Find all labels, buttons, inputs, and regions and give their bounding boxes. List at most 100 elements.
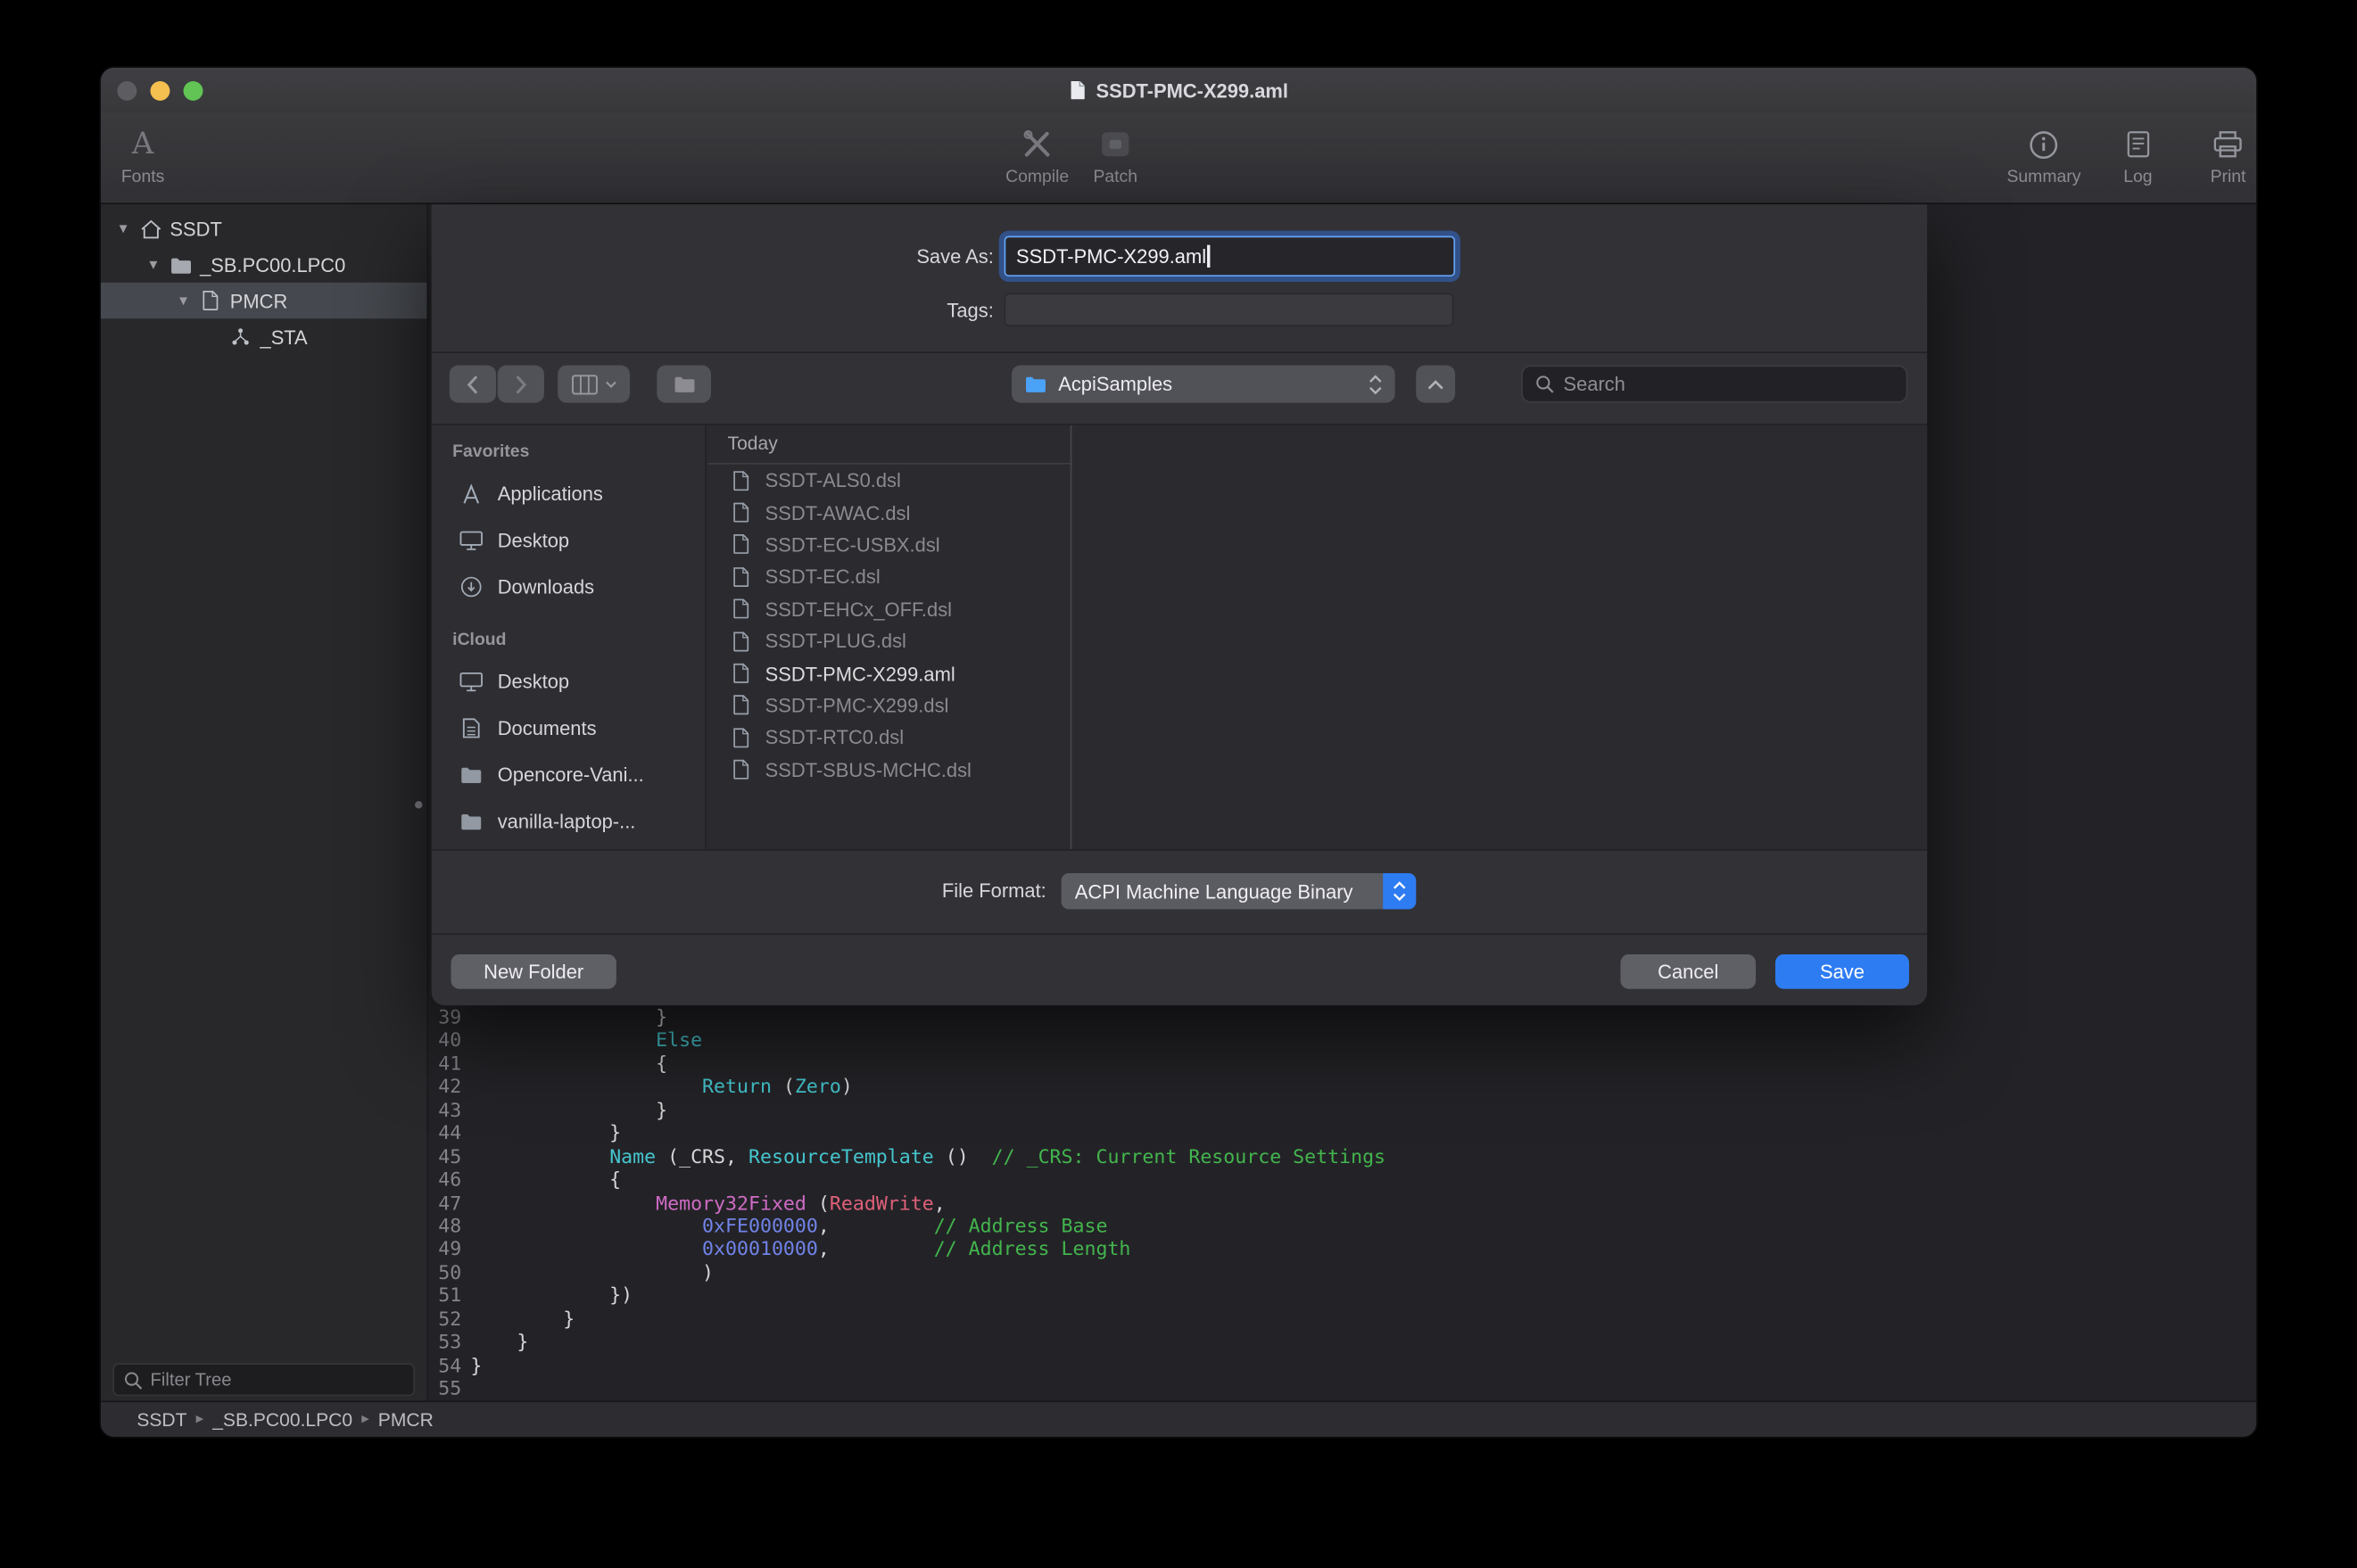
file-row[interactable]: SSDT-RTC0.dsl (708, 722, 1071, 754)
toolbar-patch-button[interactable]: Patch (1082, 123, 1148, 186)
filter-tree-input[interactable]: Filter Tree (112, 1363, 415, 1396)
line-number: 45 (428, 1146, 461, 1169)
line-number: 54 (428, 1355, 461, 1378)
code-text: } (470, 1332, 528, 1355)
toolbar-print-button[interactable]: Print (2195, 123, 2257, 186)
file-name: SSDT-PLUG.dsl (765, 630, 906, 652)
fonts-icon: A (127, 123, 160, 165)
line-number: 39 (428, 1007, 461, 1030)
disclosure-triangle[interactable]: ▼ (173, 293, 194, 309)
titlebar[interactable]: SSDT-PMC-X299.aml (101, 68, 2256, 113)
line-number: 50 (428, 1262, 461, 1285)
code-line: 39 } (428, 1007, 2256, 1030)
file-row[interactable]: SSDT-PMC-X299.dsl (708, 689, 1071, 722)
tree-item-ssdt[interactable]: ▼SSDT (101, 210, 427, 246)
toolbar-compile-button[interactable]: Compile (1005, 123, 1071, 186)
sidebar-item-label: Desktop (498, 671, 569, 693)
log-icon (2125, 123, 2151, 165)
line-number: 51 (428, 1285, 461, 1308)
sidebar-item-desktop[interactable]: Desktop (432, 658, 706, 705)
window-title: SSDT-PMC-X299.aml (1096, 78, 1287, 101)
pane-splitter-handle[interactable] (415, 801, 422, 808)
filter-tree-placeholder: Filter Tree (151, 1369, 232, 1391)
search-input[interactable]: Search (1521, 365, 1907, 402)
save-button[interactable]: Save (1775, 954, 1909, 989)
chevron-down-icon (604, 379, 617, 388)
document-icon (732, 663, 755, 684)
sidebar-item-downloads[interactable]: Downloads (432, 564, 706, 610)
close-button[interactable] (117, 81, 136, 101)
chevron-up-icon (1427, 378, 1444, 390)
line-number: 46 (428, 1169, 461, 1193)
document-icon (732, 470, 755, 491)
file-name: SSDT-SBUS-MCHC.dsl (765, 758, 972, 780)
toolbar-label: Fonts (121, 169, 164, 186)
toolbar-label: Summary (2006, 169, 2080, 186)
print-icon (2212, 123, 2245, 165)
disclosure-triangle[interactable]: ▼ (143, 257, 164, 272)
new-folder-button[interactable]: New Folder (451, 954, 616, 989)
file-row[interactable]: SSDT-ALS0.dsl (708, 465, 1071, 497)
tree-item-_sta[interactable]: _STA (101, 318, 427, 354)
document-icon (732, 631, 755, 652)
toolbar-summary-button[interactable]: Summary (2006, 123, 2080, 186)
tree-item-_sb.pc00.lpc0[interactable]: ▼_SB.PC00.LPC0 (101, 246, 427, 282)
code-line: 49 0x00010000, // Address Length (428, 1239, 2256, 1262)
search-placeholder: Search (1563, 373, 1625, 395)
code-line: 46 { (428, 1169, 2256, 1193)
sidebar-item-desktop[interactable]: Desktop (432, 517, 706, 564)
toolbar-log-button[interactable]: Log (2105, 123, 2171, 186)
code-text: Memory32Fixed (ReadWrite, (470, 1193, 945, 1216)
file-row[interactable]: SSDT-EC-USBX.dsl (708, 529, 1071, 561)
documents-icon (457, 717, 484, 739)
chevrons-updown-icon (1392, 880, 1407, 902)
up-button[interactable] (1416, 365, 1455, 402)
chevron-right-icon (514, 374, 527, 395)
forward-button[interactable] (498, 365, 544, 402)
code-line: 47 Memory32Fixed (ReadWrite, (428, 1193, 2256, 1216)
sidebar-item-label: Desktop (498, 529, 569, 551)
document-icon (194, 290, 227, 311)
downloads-icon (457, 575, 484, 598)
chevron-left-icon (466, 374, 479, 395)
file-format-popup[interactable]: ACPI Machine Language Binary (1062, 873, 1417, 909)
toolbar-fonts-button[interactable]: A Fonts (110, 123, 176, 186)
save-as-input[interactable]: SSDT-PMC-X299.aml (1005, 236, 1456, 276)
save-dialog: Save As: SSDT-PMC-X299.aml Tags: AcpiSam… (432, 204, 1928, 1005)
document-icon (732, 598, 755, 620)
summary-icon (2028, 123, 2059, 165)
tree-item-pmcr[interactable]: ▼ PMCR (101, 283, 427, 318)
file-row[interactable]: SSDT-EC.dsl (708, 561, 1071, 593)
document-icon (732, 502, 755, 524)
sidebar-item-documents[interactable]: Documents (432, 705, 706, 751)
tree-item-label: PMCR (230, 289, 288, 311)
view-mode-button[interactable] (558, 365, 630, 402)
cancel-button[interactable]: Cancel (1620, 954, 1756, 989)
sidebar-item-opencore-vani-[interactable]: Opencore-Vani... (432, 752, 706, 798)
file-row[interactable]: SSDT-AWAC.dsl (708, 497, 1071, 529)
sidebar-item-vanilla-laptop-[interactable]: vanilla-laptop-... (432, 798, 706, 845)
code-text: } (470, 1123, 621, 1146)
breadcrumb-item: SSDT (136, 1409, 186, 1431)
code-line: 52 } (428, 1308, 2256, 1332)
file-format-value: ACPI Machine Language Binary (1075, 880, 1353, 903)
sidebar-item-applications[interactable]: Applications (432, 470, 706, 516)
zoom-button[interactable] (184, 81, 203, 101)
file-row[interactable]: SSDT-PLUG.dsl (708, 625, 1071, 657)
window-title-area: SSDT-PMC-X299.aml (1069, 78, 1288, 101)
file-list[interactable]: Today SSDT-ALS0.dslSSDT-AWAC.dslSSDT-EC-… (708, 425, 1072, 849)
disclosure-triangle[interactable]: ▼ (112, 221, 134, 236)
location-popup[interactable]: AcpiSamples (1012, 365, 1395, 402)
code-line: 41 { (428, 1053, 2256, 1077)
tags-input[interactable] (1005, 293, 1454, 326)
file-row[interactable]: SSDT-EHCx_OFF.dsl (708, 593, 1071, 625)
back-button[interactable] (450, 365, 496, 402)
file-row[interactable]: SSDT-SBUS-MCHC.dsl (708, 754, 1071, 786)
breadcrumb: SSDT▸_SB.PC00.LPC0▸PMCR (136, 1409, 433, 1431)
acpi-tree: ▼SSDT▼_SB.PC00.LPC0▼PMCR_STA (101, 204, 427, 354)
save-as-label: Save As: (432, 245, 994, 268)
folder-action-button[interactable] (657, 365, 711, 402)
minimize-button[interactable] (151, 81, 170, 101)
file-row[interactable]: SSDT-PMC-X299.aml (708, 657, 1071, 689)
sidebar-section-title: iCloud (432, 623, 706, 658)
